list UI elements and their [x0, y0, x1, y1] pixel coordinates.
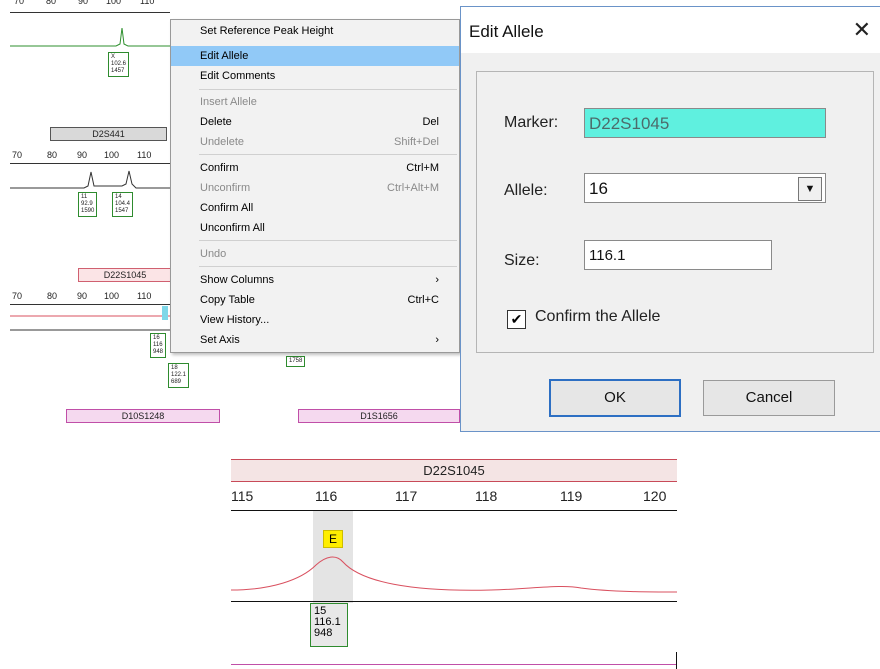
menu-undelete[interactable]: Undelete Shift+Del — [171, 132, 459, 152]
close-icon[interactable]: ✕ — [853, 17, 871, 43]
peak-label-3b[interactable]: 18 122.1 689 — [168, 363, 190, 388]
peak-label-3c[interactable]: 1758 — [286, 356, 306, 367]
zoom-tick-116: 116 — [315, 488, 338, 504]
chevron-right-icon: › — [435, 274, 439, 286]
peak-label-2a[interactable]: 11 92.9 1590 — [78, 192, 98, 217]
peak-label-3a[interactable]: 16 116 948 — [150, 333, 167, 358]
menu-unconfirm[interactable]: Unconfirm Ctrl+Alt+M — [171, 178, 459, 198]
cancel-button[interactable]: Cancel — [703, 380, 835, 416]
zoom-peak-label[interactable]: 15 116.1 948 — [310, 603, 348, 647]
chevron-right-icon: › — [435, 334, 439, 346]
zoom-axis-line — [231, 510, 677, 511]
allele-label: Allele: — [504, 182, 548, 199]
zoom-next-marker-line — [231, 664, 677, 665]
menu-copy-table[interactable]: Copy Table Ctrl+C — [171, 290, 459, 310]
trace-3 — [10, 306, 170, 331]
menu-separator — [199, 89, 457, 90]
menu-delete[interactable]: Delete Del — [171, 112, 459, 132]
zoom-tick-115: 115 — [231, 488, 254, 504]
zoom-tick-118: 118 — [475, 488, 498, 504]
menu-confirm[interactable]: Confirm Ctrl+M — [171, 158, 459, 178]
axis-top-90: 90 — [78, 0, 89, 6]
marker-d1s1656[interactable]: D1S1656 — [298, 409, 460, 423]
axis-top-80: 80 — [46, 0, 57, 6]
trace-1 — [10, 27, 170, 47]
menu-undo[interactable]: Undo — [171, 244, 459, 264]
trace-2 — [10, 170, 170, 189]
axis-top-110: 110 — [140, 0, 155, 6]
menu-separator — [199, 266, 457, 267]
chevron-down-icon[interactable]: ▼ — [798, 177, 822, 201]
confirm-allele-checkbox[interactable]: ✔ — [507, 310, 526, 329]
axis-line — [10, 12, 170, 13]
confirm-allele-label[interactable]: Confirm the Allele — [535, 308, 660, 326]
marker-field: D22S1045 — [584, 108, 826, 138]
context-menu: Set Reference Peak Height Edit Allele Ed… — [170, 19, 460, 353]
menu-unconfirm-all[interactable]: Unconfirm All — [171, 218, 459, 238]
marker-d2s441[interactable]: D2S441 — [50, 127, 167, 141]
menu-show-columns[interactable]: Show Columns › — [171, 270, 459, 290]
dialog-title: Edit Allele — [469, 22, 544, 41]
zoom-tick-119: 119 — [560, 488, 583, 504]
menu-set-axis[interactable]: Set Axis › — [171, 330, 459, 350]
zoom-marker-d22s1045[interactable]: D22S1045 — [231, 459, 677, 482]
axis-top-100: 100 — [106, 0, 122, 6]
marker-d22s1045[interactable]: D22S1045 — [78, 268, 172, 282]
menu-view-history[interactable]: View History... — [171, 310, 459, 330]
edit-allele-dialog: Edit Allele ✕ Marker: D22S1045 Allele: 1… — [460, 6, 880, 432]
menu-insert-allele[interactable]: Insert Allele — [171, 92, 459, 112]
marker-d10s1248[interactable]: D10S1248 — [66, 409, 220, 423]
axis-top-70: 70 — [14, 0, 25, 6]
menu-separator — [199, 154, 457, 155]
allele-group-box: Marker: D22S1045 Allele: 16 ▼ Size: 116.… — [476, 71, 874, 353]
menu-set-reference-peak-height[interactable]: Set Reference Peak Height — [171, 21, 459, 41]
zoom-tick-120: 120 — [643, 488, 667, 504]
menu-confirm-all[interactable]: Confirm All — [171, 198, 459, 218]
zoom-trace — [231, 556, 677, 593]
ok-button[interactable]: OK — [549, 379, 681, 417]
menu-edit-allele[interactable]: Edit Allele — [171, 46, 459, 66]
menu-edit-comments[interactable]: Edit Comments — [171, 66, 459, 86]
size-label: Size: — [504, 252, 540, 269]
size-field[interactable]: 116.1 — [584, 240, 772, 270]
peak-label-2b[interactable]: 14 104.4 1547 — [112, 192, 134, 217]
zoom-tick-117: 117 — [395, 488, 418, 504]
marker-label: Marker: — [504, 114, 559, 131]
peak-label-1[interactable]: X 102.6 1457 — [108, 52, 130, 77]
zoom-baseline — [231, 601, 677, 602]
dialog-title-bar: Edit Allele ✕ — [461, 7, 880, 53]
menu-separator — [199, 240, 457, 241]
allele-select[interactable]: 16 ▼ — [584, 173, 826, 203]
